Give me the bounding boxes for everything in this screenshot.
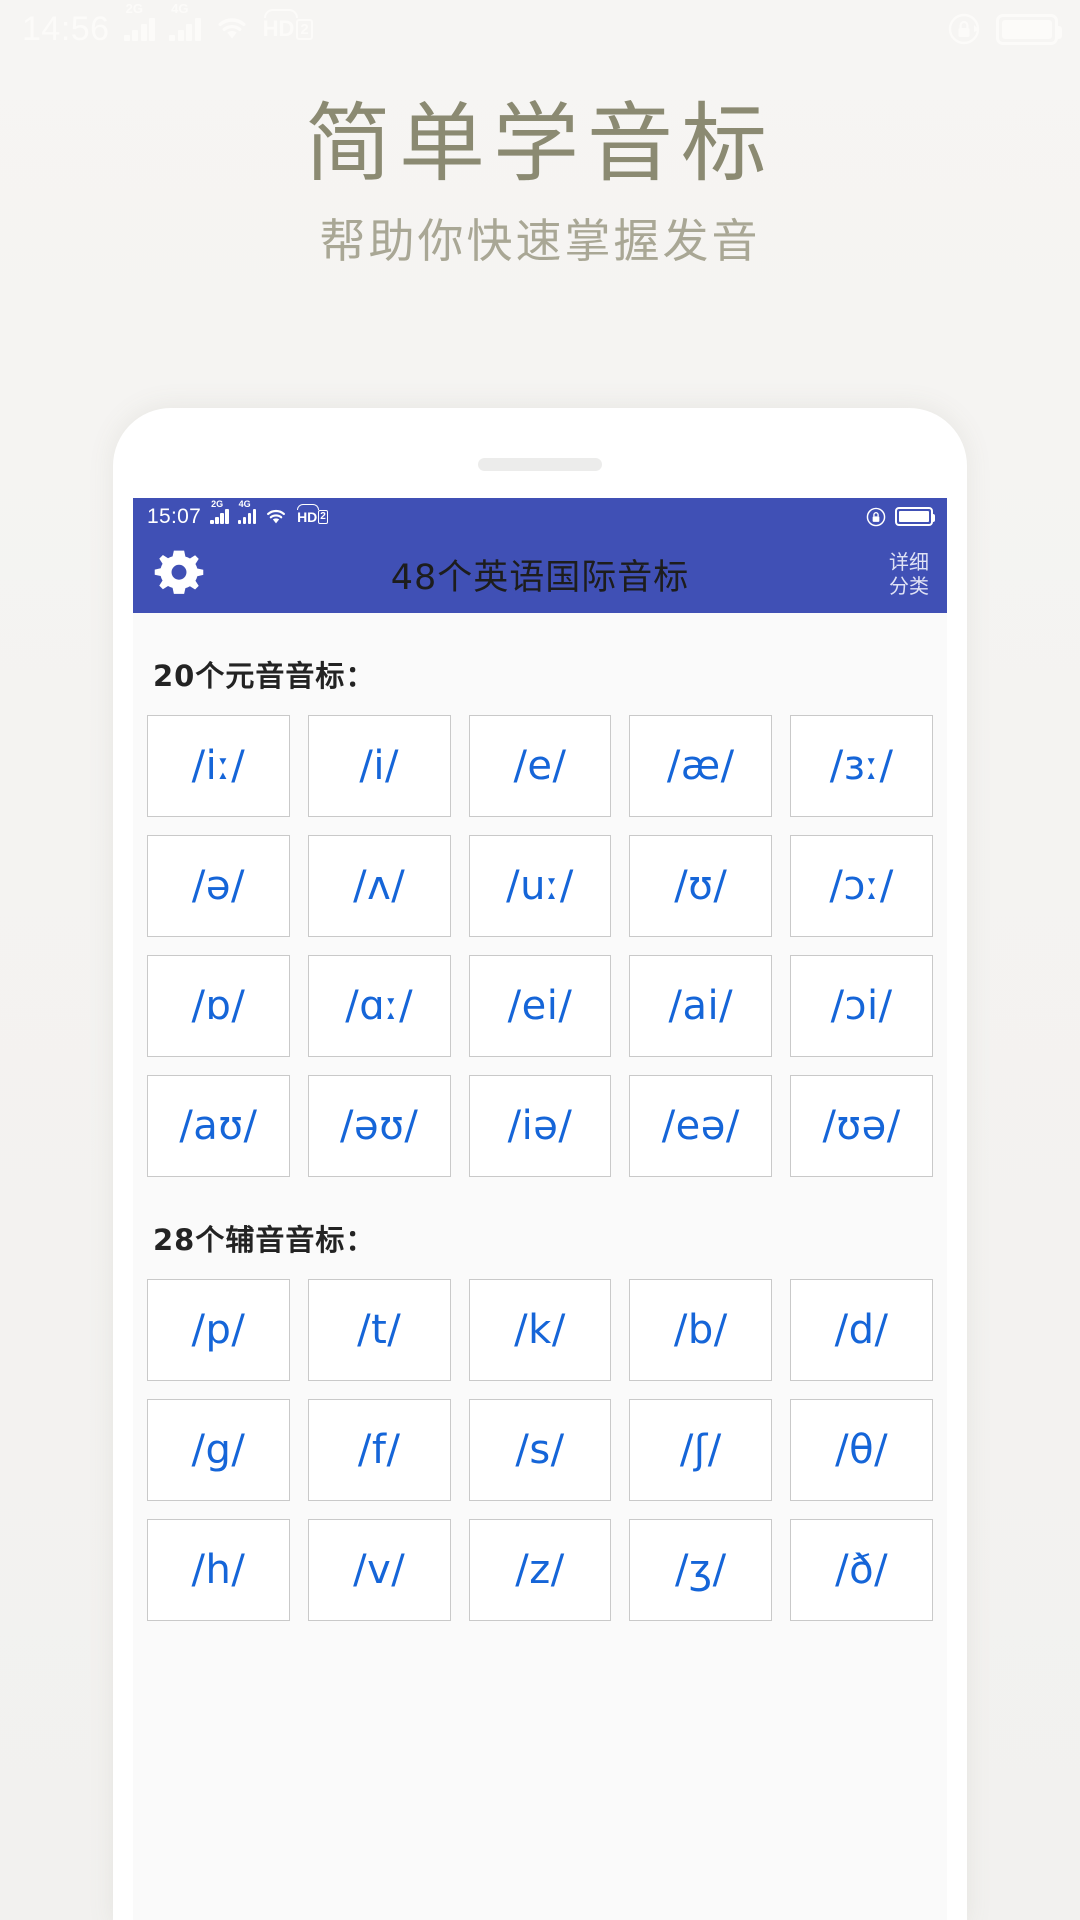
page-title: 简单学音标 (305, 94, 775, 194)
phonetic-cell[interactable]: /s/ (468, 1399, 612, 1501)
phonetic-cell[interactable]: /z/ (468, 1519, 612, 1621)
app-screenshot: 15:07 2G 4G HD 2 48个英语国际音标 详细 分类 20个元音音标… (133, 498, 947, 1920)
phonetic-cell[interactable]: /ʌ/ (307, 835, 451, 937)
device-status-bar: 14:56 2G 4G HD 2 (0, 0, 1080, 58)
phonetic-cell[interactable]: /uː/ (468, 835, 612, 937)
hd-voice-icon: HD 2 (262, 9, 313, 41)
hd-text: HD (262, 16, 295, 41)
app-rotation-lock-icon (865, 506, 887, 528)
phone-mockup: 15:07 2G 4G HD 2 48个英语国际音标 详细 分类 20个元音音标… (113, 408, 967, 1920)
app-signal-4g-label: 4G (238, 499, 251, 509)
hd-arc-icon (263, 9, 298, 18)
app-signal-bars-icon (237, 509, 257, 524)
signal-2g-indicator: 2G (123, 2, 156, 41)
hd-sim-badge: 2 (296, 18, 313, 40)
signal-bars-icon (123, 17, 156, 41)
phonetic-cell[interactable]: /ʃ/ (629, 1399, 773, 1501)
phonetic-cell[interactable]: /e/ (468, 715, 612, 817)
app-hd-text: HD (297, 508, 318, 525)
phonetic-cell[interactable]: /ð/ (790, 1519, 933, 1621)
phonetic-cell[interactable]: /i/ (307, 715, 451, 817)
detail-category-button[interactable]: 详细 分类 (889, 550, 929, 599)
rotation-lock-icon (946, 11, 982, 47)
app-status-clock: 15:07 (147, 505, 202, 528)
battery-icon (996, 13, 1062, 45)
signal-4g-indicator: 4G (169, 2, 201, 41)
signal-2g-label: 2G (125, 1, 143, 16)
phonetic-cell[interactable]: /ɒ/ (147, 955, 290, 1057)
phonetic-cell[interactable]: /h/ (147, 1519, 290, 1621)
phonetic-cell[interactable]: /p/ (147, 1279, 290, 1381)
detail-category-line2: 分类 (889, 574, 929, 598)
promo-page: 14:56 2G 4G HD 2 简单学音标 帮助你快速掌握发音 15:07 2… (0, 0, 1080, 1920)
phonetic-cell[interactable]: /b/ (629, 1279, 773, 1381)
phonetic-cell[interactable]: /aʊ/ (147, 1075, 290, 1177)
wifi-icon (217, 17, 247, 41)
signal-4g-label: 4G (171, 1, 189, 16)
section-heading-vowels: 20个元音音标： (153, 659, 376, 693)
detail-category-line1: 详细 (889, 549, 929, 574)
app-battery-fill (899, 511, 929, 522)
phonetic-cell[interactable]: /eə/ (629, 1075, 773, 1177)
gear-icon[interactable] (151, 546, 207, 602)
battery-fill (1002, 19, 1052, 39)
phonetic-cell[interactable]: /ei/ (468, 955, 612, 1057)
app-signal-bars-icon (210, 509, 229, 524)
phonetic-cell[interactable]: /ʊ/ (629, 835, 773, 937)
app-wifi-icon (266, 509, 286, 525)
app-hd-sim-badge: 2 (318, 509, 328, 524)
phonetic-cell[interactable]: /k/ (468, 1279, 612, 1381)
phonetic-cell[interactable]: /t/ (307, 1279, 451, 1381)
phonetic-cell[interactable]: /f/ (307, 1399, 451, 1501)
vowel-symbol-grid: /iː/ /i/ /e/ /æ/ /ɜː/ /ə/ /ʌ/ /uː/ /ʊ/ /… (147, 715, 933, 1177)
phonetic-cell[interactable]: /iə/ (468, 1075, 612, 1177)
phonetic-cell[interactable]: /g/ (147, 1399, 290, 1501)
phonetic-cell[interactable]: /θ/ (790, 1399, 933, 1501)
phonetic-cell[interactable]: /iː/ (147, 715, 290, 817)
status-clock: 14:56 (22, 10, 110, 48)
app-status-bar: 15:07 2G 4G HD 2 (133, 498, 947, 535)
app-hd-voice-icon: HD 2 (297, 503, 328, 525)
app-signal-4g-indicator: 4G (237, 500, 257, 524)
phonetic-cell[interactable]: /ɔː/ (790, 835, 933, 937)
app-hd-arc-icon (297, 503, 320, 510)
speaker-grille-icon (478, 458, 602, 471)
phonetic-cell[interactable]: /ai/ (629, 955, 773, 1057)
page-subtitle: 帮助你快速掌握发音 (319, 214, 761, 269)
phonetic-cell[interactable]: /v/ (307, 1519, 451, 1621)
phonetic-cell[interactable]: /d/ (790, 1279, 933, 1381)
phonetic-cell[interactable]: /ʊə/ (790, 1075, 933, 1177)
consonant-symbol-grid: /p/ /t/ /k/ /b/ /d/ /g/ /f/ /s/ /ʃ/ /θ/ … (147, 1279, 933, 1621)
signal-bars-icon (169, 17, 201, 41)
section-heading-consonants: 28个辅音音标： (153, 1223, 376, 1257)
hero-section: 简单学音标 帮助你快速掌握发音 (0, 96, 1080, 270)
app-signal-2g-label: 2G (211, 499, 224, 509)
app-battery-icon (895, 507, 935, 526)
phonetic-cell[interactable]: /æ/ (629, 715, 773, 817)
app-title: 48个英语国际音标 (390, 557, 690, 598)
phonetic-cell[interactable]: /ɜː/ (790, 715, 933, 817)
phonetic-cell[interactable]: /əʊ/ (307, 1075, 451, 1177)
app-content: 20个元音音标： /iː/ /i/ /e/ /æ/ /ɜː/ /ə/ /ʌ/ /… (133, 613, 947, 1920)
phonetic-cell[interactable]: /ə/ (147, 835, 290, 937)
phonetic-cell[interactable]: /ɔi/ (790, 955, 933, 1057)
phonetic-cell[interactable]: /ɑː/ (307, 955, 451, 1057)
app-toolbar: 48个英语国际音标 详细 分类 (133, 535, 947, 613)
app-signal-2g-indicator: 2G (210, 500, 229, 524)
phonetic-cell[interactable]: /ʒ/ (629, 1519, 773, 1621)
